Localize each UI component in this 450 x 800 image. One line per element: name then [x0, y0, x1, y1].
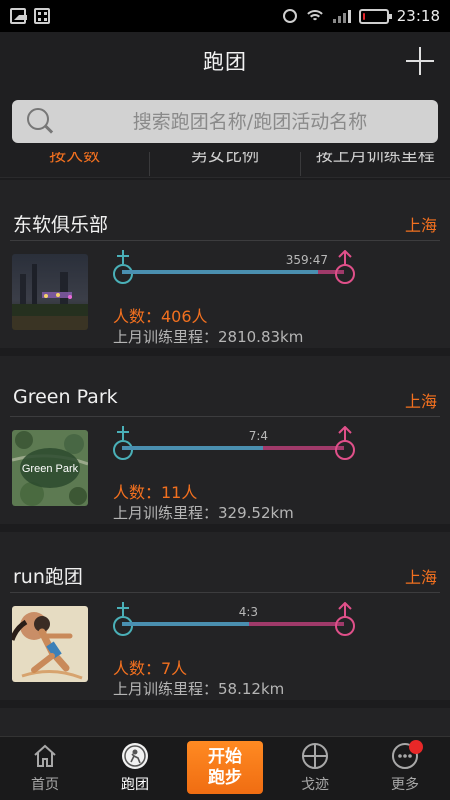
- header: 跑团: [0, 32, 450, 90]
- female-icon: [335, 250, 355, 284]
- tab-sort-gender-ratio[interactable]: 男女比例: [149, 152, 299, 176]
- alarm-icon: [282, 9, 297, 23]
- club-card[interactable]: Green Park 上海 Green Park 7:4 人数：11人 上月训练…: [0, 356, 450, 524]
- search-box[interactable]: [12, 100, 438, 143]
- gender-ratio: 7:4: [112, 424, 356, 460]
- club-name: 东软俱乐部: [13, 214, 109, 236]
- tab-label: 跑团: [121, 777, 149, 793]
- thumbnail-logo-text: Green Park: [22, 463, 79, 475]
- club-thumbnail: [12, 254, 88, 330]
- male-portion: [122, 446, 264, 450]
- club-thumbnail: Green Park: [12, 430, 88, 506]
- sort-tabs: 按人数 男女比例 按上月训练里程: [0, 152, 450, 178]
- monthly-distance: 上月训练里程：58.12km: [113, 680, 285, 698]
- compass-icon: [302, 743, 328, 769]
- male-icon: [113, 602, 133, 636]
- tab-track[interactable]: 戈迹: [270, 737, 360, 800]
- tab-more[interactable]: 更多: [360, 737, 450, 800]
- divider: [10, 240, 440, 241]
- club-card-partial: [0, 708, 450, 736]
- app-notification-icon: [34, 8, 50, 24]
- ratio-bar: [122, 446, 344, 450]
- gender-ratio: 359:47: [112, 248, 356, 284]
- notification-badge: [409, 740, 423, 754]
- start-run-label: 开始跑步: [208, 746, 242, 788]
- tab-label: 戈迹: [301, 777, 329, 793]
- ratio-text: 4:3: [238, 605, 258, 619]
- search-input[interactable]: [72, 100, 428, 143]
- ratio-bar: [122, 270, 344, 274]
- monthly-distance: 上月训练里程：329.52km: [113, 504, 294, 522]
- tab-label: 男女比例: [190, 152, 259, 166]
- female-icon: [335, 426, 355, 460]
- signal-icon: [332, 9, 351, 23]
- search-area: [0, 90, 450, 152]
- tab-label: 更多: [391, 777, 419, 793]
- tab-club[interactable]: 跑团: [90, 737, 180, 800]
- club-card[interactable]: 东软俱乐部 上海 359:47 人数：406人 上月训练里程：2810.83km: [0, 180, 450, 348]
- start-run-button[interactable]: 开始跑步: [187, 741, 263, 794]
- member-count: 人数：7人: [113, 659, 188, 678]
- ratio-text: 7:4: [248, 429, 268, 443]
- club-name: run跑团: [13, 566, 83, 588]
- battery-icon: [358, 8, 392, 24]
- home-icon: [34, 744, 56, 767]
- male-portion: [122, 622, 249, 626]
- club-city: 上海: [404, 568, 437, 587]
- ratio-bar: [122, 622, 344, 626]
- add-club-button[interactable]: [404, 45, 436, 77]
- female-portion: [263, 446, 344, 450]
- club-city: 上海: [404, 392, 437, 411]
- gender-ratio: 4:3: [112, 600, 356, 636]
- tab-sort-members[interactable]: 按人数: [0, 152, 149, 176]
- clock: 23:18: [396, 7, 440, 25]
- member-count: 人数：11人: [113, 483, 198, 502]
- runner-illustration-icon: [12, 606, 88, 682]
- wifi-icon: [304, 9, 325, 23]
- male-icon: [113, 426, 133, 460]
- city-night-photo-icon: [12, 254, 88, 330]
- image-notification-icon: [10, 8, 27, 24]
- club-card[interactable]: run跑团 上海 4:3 人数：7人 上月训练里程：58.12km: [0, 532, 450, 700]
- park-aerial-photo-icon: Green Park: [12, 430, 88, 506]
- page-title: 跑团: [203, 50, 247, 74]
- club-name: Green Park: [13, 386, 118, 408]
- tab-home[interactable]: 首页: [0, 737, 90, 800]
- tab-label: 首页: [31, 777, 59, 793]
- tab-label: 按人数: [49, 152, 101, 166]
- tab-sort-monthly-distance[interactable]: 按上月训练里程: [299, 152, 450, 176]
- male-portion: [122, 270, 319, 274]
- search-icon: [27, 108, 53, 134]
- monthly-distance: 上月训练里程：2810.83km: [113, 328, 304, 346]
- tab-label: 按上月训练里程: [315, 152, 435, 166]
- male-icon: [113, 250, 133, 284]
- female-portion: [248, 622, 344, 626]
- club-thumbnail: [12, 606, 88, 682]
- divider: [10, 592, 440, 593]
- member-count: 人数：406人: [113, 307, 208, 326]
- ratio-text: 359:47: [285, 253, 328, 267]
- club-city: 上海: [404, 216, 437, 235]
- status-bar: 23:18: [0, 0, 450, 32]
- club-icon: [122, 743, 148, 769]
- female-icon: [335, 602, 355, 636]
- divider: [10, 416, 440, 417]
